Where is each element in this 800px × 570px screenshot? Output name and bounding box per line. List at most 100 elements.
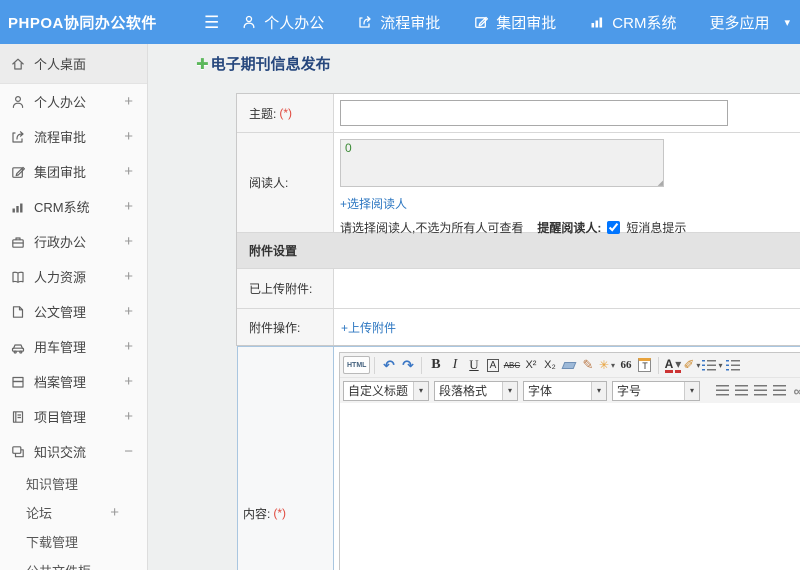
nav-group-approval[interactable]: 集团审批	[473, 12, 556, 33]
redo-button[interactable]: ↷	[398, 355, 417, 375]
align-center-icon	[735, 385, 748, 396]
green-plus-icon: ✚	[196, 55, 209, 73]
italic-button[interactable]: I	[445, 355, 464, 375]
sidebar-item-label: 集团审批	[34, 165, 87, 180]
expand-plus-icon[interactable]: +	[124, 93, 133, 110]
page-title: ✚ 电子期刊信息发布	[196, 53, 331, 74]
align-right-button[interactable]	[751, 381, 770, 401]
sidebar-item-archive-mgmt[interactable]: 档案管理 +	[0, 364, 147, 399]
sidebar-subitem-download-mgmt[interactable]: 下载管理	[0, 527, 147, 556]
expand-plus-icon[interactable]: +	[124, 408, 133, 425]
sidebar-item-group-approval[interactable]: 集团审批 +	[0, 154, 147, 189]
align-left-icon	[716, 385, 729, 396]
subject-label-cell: 主题: (*)	[237, 94, 334, 132]
readers-textarea[interactable]: 0	[340, 139, 664, 187]
expand-plus-icon[interactable]: +	[124, 198, 133, 215]
select-label: 字号	[617, 384, 642, 398]
expand-plus-icon[interactable]: +	[124, 268, 133, 285]
sidebar-item-document-mgmt[interactable]: 公文管理 +	[0, 294, 147, 329]
attachment-operation-row: 附件操作: +上传附件	[237, 308, 800, 345]
insert-link-button[interactable]: ∞	[789, 381, 800, 401]
align-justify-button[interactable]	[770, 381, 789, 401]
document-icon	[10, 304, 26, 320]
editor-content-area[interactable]	[340, 403, 800, 570]
underline-button[interactable]: U	[464, 355, 483, 375]
nav-item-label: 个人办公	[264, 14, 325, 32]
readers-hint-line: 请选择阅读人,不选为所有人可查看 提醒阅读人: 短消息提示	[340, 219, 800, 236]
expand-plus-icon[interactable]: +	[124, 338, 133, 355]
sidebar-item-personal-office[interactable]: 个人办公 +	[0, 84, 147, 119]
expand-plus-icon[interactable]: +	[124, 163, 133, 180]
attachment-operation-label-cell: 附件操作:	[237, 309, 334, 345]
sidebar-subitem-knowledge-mgmt[interactable]: 知识管理	[0, 469, 147, 498]
content-editor-cell: HTML ↶ ↷ B I U A ABC X² X₂ ✎ ✳ ▾ 66 T A …	[334, 347, 800, 570]
sidebar-item-admin-office[interactable]: 行政办公 +	[0, 224, 147, 259]
subscript-button[interactable]: X₂	[540, 355, 559, 375]
car-icon	[10, 339, 26, 355]
font-family-select[interactable]: 字体 ▾	[523, 380, 607, 401]
caret-down-icon: ▾	[696, 360, 701, 370]
font-style-button[interactable]: A	[483, 355, 502, 375]
ordered-list-icon	[702, 359, 717, 371]
font-color-button[interactable]: A ▾	[663, 355, 682, 375]
sidebar-item-hr[interactable]: 人力资源 +	[0, 259, 147, 294]
strikethrough-button[interactable]: ABC	[502, 355, 521, 375]
expand-plus-icon[interactable]: +	[124, 303, 133, 320]
rich-text-editor: HTML ↶ ↷ B I U A ABC X² X₂ ✎ ✳ ▾ 66 T A …	[339, 352, 800, 570]
readers-label-cell: 阅读人:	[237, 133, 334, 232]
custom-title-select[interactable]: 自定义标题 ▾	[343, 380, 429, 401]
ordered-list-button[interactable]: ▾	[701, 355, 723, 375]
expand-plus-icon[interactable]: +	[110, 504, 119, 521]
nav-process-approval[interactable]: 流程审批	[357, 12, 440, 33]
sidebar-item-project-mgmt[interactable]: 项目管理 +	[0, 399, 147, 434]
sidebar-item-personal-desktop[interactable]: 个人桌面	[0, 44, 147, 84]
unordered-list-button[interactable]	[723, 355, 742, 375]
sidebar-subitem-public-file-cabinet[interactable]: 公共文件柜	[0, 556, 147, 570]
highlight-color-button[interactable]: ✐ ▾	[682, 355, 701, 375]
sidebar-item-knowledge-exchange[interactable]: 知识交流 −	[0, 434, 147, 469]
sms-notify-checkbox[interactable]	[607, 221, 621, 234]
caret-down-icon[interactable]: ▾	[784, 16, 790, 29]
quick-format-button[interactable]: ✳ ▾	[597, 355, 616, 375]
select-readers-link[interactable]: +选择阅读人	[340, 195, 407, 212]
paste-as-text-button[interactable]: T	[635, 355, 654, 375]
sidebar-item-label: 公共文件柜	[26, 561, 91, 570]
collapse-minus-icon[interactable]: −	[124, 443, 133, 460]
font-size-select[interactable]: 字号 ▾	[612, 380, 700, 401]
upload-attachment-link[interactable]: +上传附件	[341, 319, 396, 336]
expand-plus-icon[interactable]: +	[124, 233, 133, 250]
subject-input[interactable]	[340, 100, 728, 126]
bold-button[interactable]: B	[426, 355, 445, 375]
align-left-button[interactable]	[713, 381, 732, 401]
bar-chart-icon	[10, 199, 26, 215]
expand-plus-icon[interactable]: +	[124, 373, 133, 390]
sidebar-item-crm[interactable]: CRM系统 +	[0, 189, 147, 224]
nav-personal-office[interactable]: 个人办公	[241, 12, 324, 33]
source-code-button[interactable]: HTML	[343, 356, 371, 374]
hamburger-menu-icon[interactable]: ☰	[204, 14, 219, 31]
notebook-icon	[10, 409, 26, 425]
sidebar-item-vehicle-mgmt[interactable]: 用车管理 +	[0, 329, 147, 364]
subject-label: 主题:	[249, 106, 277, 121]
nav-crm-system[interactable]: CRM系统	[589, 12, 676, 33]
superscript-button[interactable]: X²	[521, 355, 540, 375]
sidebar-subitem-forum[interactable]: 论坛 +	[0, 498, 147, 527]
format-brush-button[interactable]: ✎	[578, 355, 597, 375]
nav-item-label: 集团审批	[496, 14, 557, 32]
blockquote-button[interactable]: 66	[616, 355, 635, 375]
uploaded-attachments-value-cell	[334, 269, 800, 308]
sidebar-item-process-approval[interactable]: 流程审批 +	[0, 119, 147, 154]
expand-plus-icon[interactable]: +	[124, 128, 133, 145]
paragraph-format-select[interactable]: 段落格式 ▾	[434, 380, 518, 401]
remove-format-button[interactable]	[559, 355, 578, 375]
publish-form-table: 主题: (*) 阅读人: 0 ◢ +选择阅读人 请选择阅读人,不选为所有人可查看…	[236, 93, 800, 346]
sidebar-item-label: 人力资源	[34, 270, 87, 285]
sidebar-item-label: 知识管理	[26, 477, 79, 492]
align-center-button[interactable]	[732, 381, 751, 401]
nav-more-apps[interactable]: 更多应用	[709, 12, 769, 33]
share-arrow-icon	[10, 129, 26, 145]
undo-button[interactable]: ↶	[379, 355, 398, 375]
page-title-text: 电子期刊信息发布	[210, 56, 331, 73]
uploaded-attachments-label-cell: 已上传附件:	[237, 269, 334, 308]
toolbar-separator	[421, 356, 423, 374]
